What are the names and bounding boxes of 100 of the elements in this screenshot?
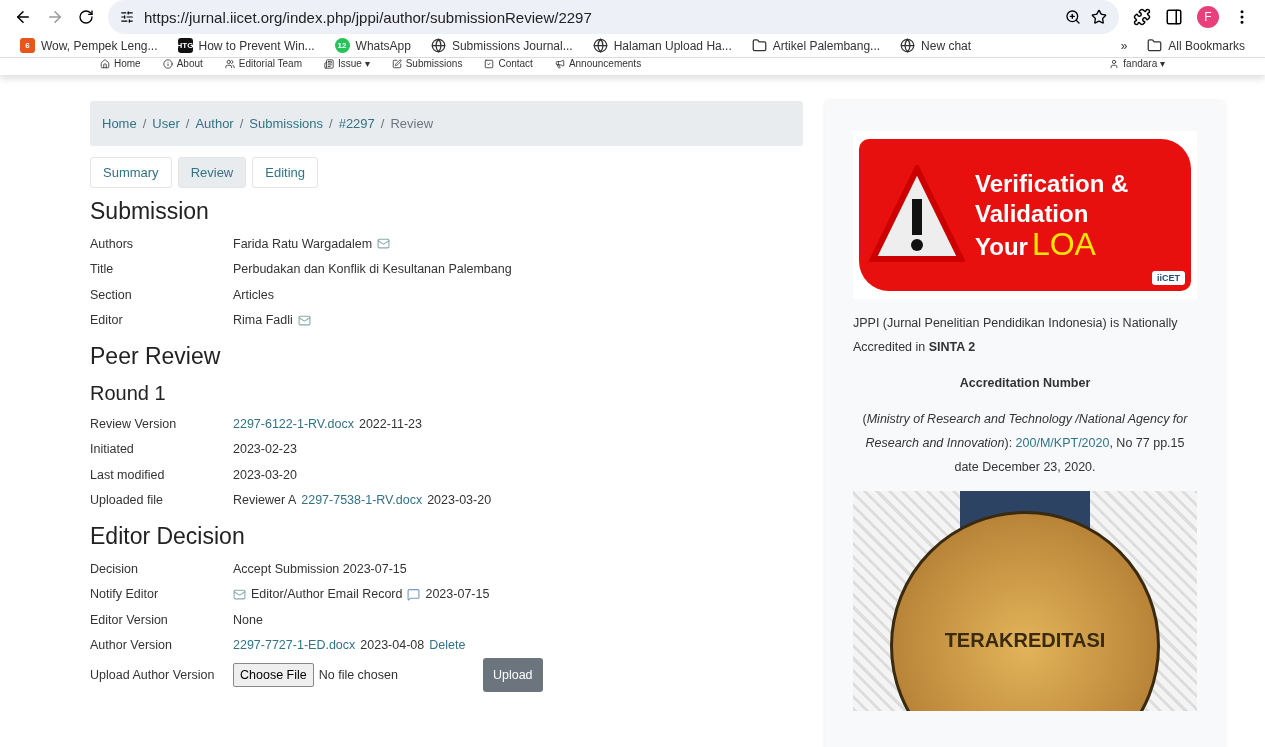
banner-text: Validation <box>975 198 1090 229</box>
back-icon[interactable] <box>14 8 32 26</box>
value-text: 2023-03-20 <box>233 467 297 482</box>
breadcrumb-separator: / <box>185 116 190 131</box>
decree-text: (Ministry of Research and Technology /National Agency for Research and Innovation): 200/M/KPT/2020, No 77 pp.15 date December 23, 2020. <box>861 411 1189 476</box>
value-text: None <box>233 612 263 627</box>
breadcrumb-link[interactable]: Author <box>195 116 234 131</box>
logo-text: iiCET <box>1152 271 1185 285</box>
bookmark-item[interactable]: Halaman Upload Ha... <box>584 34 740 57</box>
value-text: 2023-04-08 <box>360 638 425 653</box>
bookmark-item[interactable]: Submissions Journal... <box>422 34 581 57</box>
nav-icon <box>224 58 235 69</box>
tab[interactable]: Editing <box>252 157 318 188</box>
profile-avatar[interactable]: F <box>1197 6 1219 28</box>
value-text: Perbudakan dan Konflik di Kesultanan Palembang <box>233 262 512 277</box>
value-text: 2023-02-23 <box>233 442 297 457</box>
globe-icon <box>592 38 608 53</box>
nav-link[interactable]: Editorial Team <box>224 58 302 69</box>
breadcrumb-separator: / <box>142 116 147 131</box>
field-label: Uploaded file <box>90 493 164 508</box>
site-settings-icon[interactable] <box>120 10 134 24</box>
nav-link[interactable]: Issue ▾ <box>324 58 370 69</box>
nav-icon <box>554 58 565 69</box>
nav-icon <box>484 58 495 69</box>
nav-icon <box>162 58 173 69</box>
value-text: Accept Submission 2023-07-15 <box>233 561 407 576</box>
bookmark-item[interactable]: 12 WhatsApp <box>326 34 419 57</box>
field-label: Author Version <box>90 638 173 653</box>
field-label: Notify Editor <box>90 587 160 602</box>
nav-link[interactable]: Announcements <box>554 58 642 69</box>
field-label: Editor Version <box>90 612 169 627</box>
accreditation-text: JPPI (Jurnal Penelitian Pendidikan Indonesia) is Nationally Accredited in SINTA 2 <box>853 315 1179 356</box>
field-label: Section <box>90 287 133 302</box>
field-label: Initiated <box>90 442 135 457</box>
nav-link[interactable]: Submissions <box>391 58 463 69</box>
tab[interactable]: Review <box>177 157 247 188</box>
bookmark-item[interactable]: 6 Wow, Pempek Leng... <box>12 34 166 57</box>
nav-icon <box>100 58 110 69</box>
field-label: Upload Author Version <box>90 668 216 682</box>
choose-file-button[interactable]: Choose File <box>233 663 314 687</box>
reload-icon[interactable] <box>78 9 94 25</box>
globe-icon <box>900 38 916 53</box>
field-label: Editor <box>90 313 124 328</box>
value-text: 2023-07-15 <box>425 587 490 602</box>
nav-link[interactable]: Contact <box>484 58 533 69</box>
section-heading: Submission <box>90 198 210 225</box>
breadcrumb-separator: / <box>329 116 333 131</box>
seal-text: TERAKREDITASI <box>944 629 1106 652</box>
breadcrumb-link[interactable]: Submissions <box>249 116 324 131</box>
globe-icon <box>430 38 446 53</box>
banner-text: Your LOA <box>975 228 1097 262</box>
bookmarks-overflow-button[interactable]: » <box>1112 34 1136 57</box>
subsection-heading: Round 1 <box>90 382 167 405</box>
speech-bubble-icon[interactable] <box>407 587 421 601</box>
all-bookmarks-item[interactable]: All Bookmarks <box>1139 34 1253 57</box>
tab[interactable]: Summary <box>90 157 172 188</box>
bookmark-item[interactable]: New chat <box>892 34 980 57</box>
breadcrumb-link[interactable]: #2297 <box>338 116 375 131</box>
section-heading: Peer Review <box>90 343 222 370</box>
breadcrumb-link[interactable]: User <box>152 116 180 131</box>
current-page-text: Review <box>390 116 434 131</box>
upload-button[interactable]: Upload <box>482 658 543 692</box>
folder-icon <box>1147 38 1163 53</box>
user-menu[interactable]: fandara ▾ <box>1109 58 1165 69</box>
file-link[interactable]: 2297-7538-1-RV.docx <box>301 493 423 508</box>
star-icon[interactable] <box>1091 9 1107 25</box>
banner-text: Verification & <box>975 168 1129 199</box>
value-text: Rima Fadli <box>233 313 293 328</box>
bookmark-item[interactable]: Artikel Palembang... <box>743 34 889 57</box>
breadcrumb-separator: / <box>239 116 244 131</box>
nav-icon <box>391 58 402 69</box>
address-bar[interactable]: https://jurnal.iicet.org/index.php/jppi/author/submissionReview/2297 <box>108 0 1119 34</box>
bookmark-icon: 6 <box>20 38 35 53</box>
field-label: Last modified <box>90 467 166 482</box>
section-heading: Editor Decision <box>90 523 246 550</box>
value-text: Editor/Author Email Record <box>251 587 403 602</box>
file-status-text: No file chosen <box>318 668 398 682</box>
forward-icon[interactable] <box>46 8 64 26</box>
nav-link[interactable]: Home <box>100 58 141 69</box>
extensions-icon[interactable] <box>1133 8 1151 26</box>
breadcrumb-link[interactable]: Home <box>102 116 137 131</box>
user-icon <box>1109 58 1120 69</box>
field-label: Title <box>90 262 115 277</box>
nav-link[interactable]: About <box>162 58 203 69</box>
zoom-icon[interactable] <box>1065 9 1081 25</box>
file-link[interactable]: 2297-7727-1-ED.docx <box>233 638 356 653</box>
side-panel-icon[interactable] <box>1165 8 1183 26</box>
breadcrumb-separator: / <box>380 116 385 131</box>
warning-icon <box>869 165 965 265</box>
nav-icon <box>324 58 334 69</box>
url-text: https://jurnal.iicet.org/index.php/jppi/author/submissionReview/2297 <box>144 8 593 26</box>
folder-icon <box>751 38 767 53</box>
field-label: Decision <box>90 561 139 576</box>
file-link[interactable]: Delete <box>429 638 466 653</box>
bookmark-icon: 12 <box>334 38 350 53</box>
value-text: Articles <box>233 287 274 302</box>
value-text: 2022-11-23 <box>358 416 422 431</box>
field-label: Review Version <box>90 416 178 431</box>
value-text: Farida Ratu Wargadalem <box>233 236 373 251</box>
file-link[interactable]: 2297-6122-1-RV.docx <box>233 416 354 431</box>
